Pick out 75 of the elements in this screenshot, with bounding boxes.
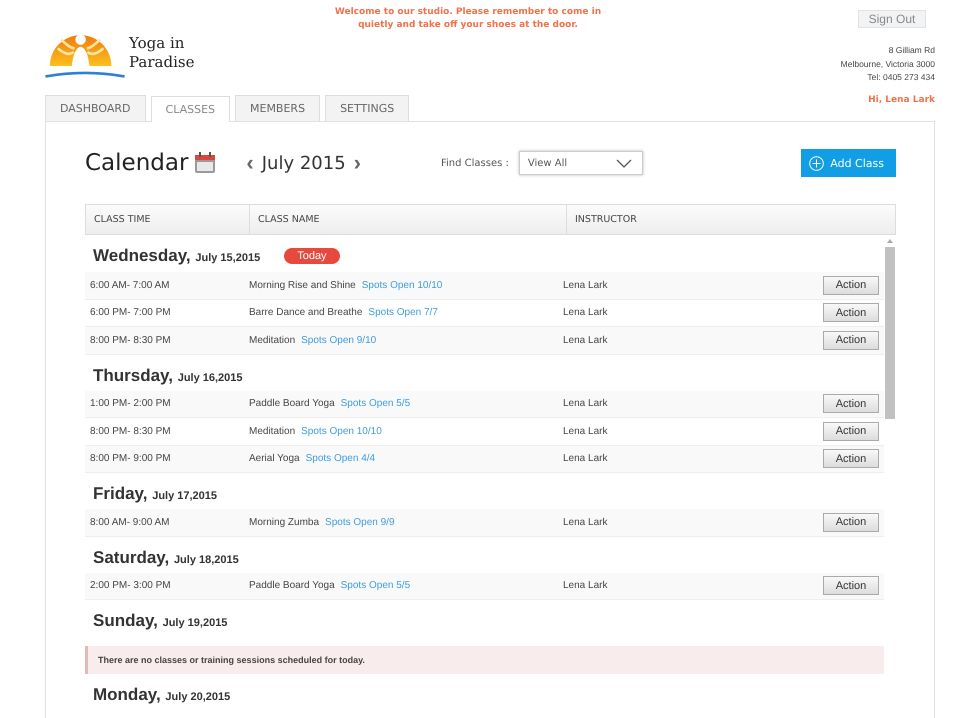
table-cell-text: Lena Lark [563,516,608,528]
plus-circle-icon [809,156,824,170]
table-cell: Paddle Board Yoga [249,580,335,592]
column-header: CLASS TIME [86,205,250,234]
table-cell-text: Lena Lark [563,580,608,592]
day-heading: Sunday, July 19,2015 [93,611,228,631]
add-class-button[interactable]: Add Class [801,149,896,177]
table-cell-text: Lena Lark [563,398,608,410]
sign-out-button[interactable]: Sign Out [858,10,926,28]
table-cell: Paddle Board Yoga [249,398,335,410]
nav-tab[interactable]: CLASSES [150,96,230,122]
chevron-down-icon [616,158,632,168]
today-badge: Today [284,248,340,264]
logo-text: Paradise [129,53,194,72]
day-heading: Saturday, July 18,2015 [93,548,239,568]
table-cell-text: 8:00 AM- 9:00 AM [89,516,170,528]
spots-open-link[interactable]: Spots Open 7/7 [368,307,438,318]
table-cell-text: 1:00 PM- 2:00 PM [89,398,172,410]
spots-open-link[interactable]: Spots Open 5/5 [340,398,410,410]
day-heading: Wednesday, July 15,2015 [93,246,260,266]
day-heading: Monday, July 20,2015 [93,685,230,705]
table-cell: Morning Zumba [249,516,320,528]
action-button[interactable]: Action [823,330,879,350]
user-greeting: Hi, Lena Lark [868,94,935,104]
table-cell-text: 8:00 PM- 8:30 PM [89,334,172,346]
calendar-title: Calendar [85,150,188,176]
spots-open-link[interactable]: Spots Open 9/10 [301,334,376,346]
nav-tab[interactable]: DASHBOARD [45,95,146,121]
action-button[interactable]: Action [823,512,879,532]
action-button[interactable]: Action [823,422,879,441]
table-cell: Meditation [249,426,296,437]
nav-tab[interactable]: SETTINGS [325,95,410,121]
scroll-up-icon [887,239,893,243]
column-header: CLASS NAME [250,205,567,234]
spots-open-link[interactable]: Spots Open 9/9 [325,516,395,528]
table-cell-text: Lena Lark [563,280,608,291]
table-cell-text: 2:00 PM- 3:00 PM [89,580,172,592]
action-button[interactable]: Action [823,449,879,468]
table-cell-text: Lena Lark [563,307,608,318]
table-cell-text: 8:00 PM- 8:30 PM [89,426,172,437]
next-month-button[interactable]: › [354,150,361,176]
table-cell: Aerial Yoga [249,453,300,464]
column-header: INSTRUCTOR [574,213,638,227]
table-cell-text: 8:00 PM- 9:00 PM [89,453,172,464]
spots-open-link[interactable]: Spots Open 10/10 [362,280,442,291]
day-heading: Thursday, July 16,2015 [93,366,243,386]
day-heading: Friday, July 17,2015 [93,484,218,504]
welcome-notice: Welcome to our studio. Please remember to come in quietly and take off your shoes at the door. [334,6,602,32]
spots-open-link[interactable]: Spots Open 5/5 [340,580,410,592]
table-cell-text: 6:00 AM- 7:00 AM [89,280,170,291]
nav-tab[interactable]: MEMBERS [235,95,320,121]
address-line: Tel: 0405 273 434 [867,71,935,84]
previous-month-button[interactable]: ‹ [246,150,254,176]
month-label: July 2015 [262,152,346,174]
action-button[interactable]: Action [823,394,879,414]
address-line: 8 Gilliam Rd [888,44,935,57]
address-line: Melbourne, Victoria 3000 [840,58,935,70]
no-classes-alert: There are no classes or training sessions scheduled for today. [85,646,884,674]
logo-text: Yoga in [129,34,186,53]
table-cell: Morning Rise and Shine [249,280,356,291]
action-button[interactable]: Action [823,303,879,322]
table-cell: Meditation [249,334,296,346]
calendar-icon [194,152,216,174]
scrollbar-thumb[interactable] [885,247,895,419]
table-cell-text: Lena Lark [563,426,608,437]
spots-open-link[interactable]: Spots Open 4/4 [306,453,376,464]
action-button[interactable]: Action [823,276,879,295]
find-classes-label: Find Classes : [440,158,509,168]
spots-open-link[interactable]: Spots Open 10/10 [301,426,382,437]
table-cell-text: 6:00 PM- 7:00 PM [89,307,172,318]
table-cell: Barre Dance and Breathe [249,307,362,318]
action-button[interactable]: Action [823,576,879,596]
table-cell-text: Lena Lark [563,453,608,464]
table-cell-text: Lena Lark [563,334,608,346]
class-filter-dropdown[interactable]: View All [518,151,643,175]
